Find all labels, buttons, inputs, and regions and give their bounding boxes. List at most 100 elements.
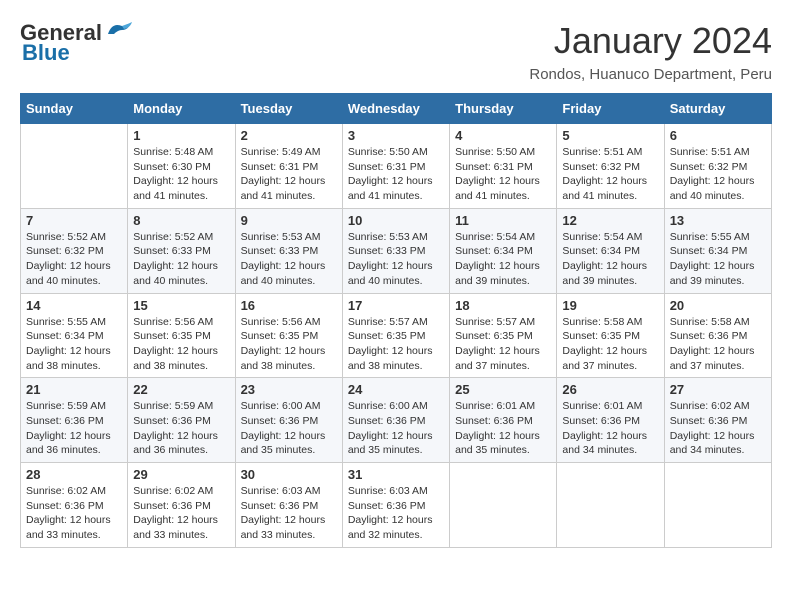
day-number: 19 xyxy=(562,298,658,313)
daylight: Daylight: 12 hours and 40 minutes. xyxy=(670,175,755,202)
daylight: Daylight: 12 hours and 39 minutes. xyxy=(455,260,540,287)
day-info: Sunrise: 5:57 AM Sunset: 6:35 PM Dayligh… xyxy=(455,315,551,374)
daylight: Daylight: 12 hours and 39 minutes. xyxy=(562,260,647,287)
calendar-cell: 27 Sunrise: 6:02 AM Sunset: 6:36 PM Dayl… xyxy=(664,378,771,463)
day-info: Sunrise: 5:52 AM Sunset: 6:32 PM Dayligh… xyxy=(26,230,122,289)
calendar-cell: 31 Sunrise: 6:03 AM Sunset: 6:36 PM Dayl… xyxy=(342,463,449,548)
calendar-cell: 4 Sunrise: 5:50 AM Sunset: 6:31 PM Dayli… xyxy=(450,124,557,209)
sunset: Sunset: 6:36 PM xyxy=(133,500,211,512)
day-number: 28 xyxy=(26,467,122,482)
day-info: Sunrise: 5:51 AM Sunset: 6:32 PM Dayligh… xyxy=(670,145,766,204)
sunrise: Sunrise: 5:52 AM xyxy=(133,231,213,243)
day-number: 1 xyxy=(133,128,229,143)
day-info: Sunrise: 5:52 AM Sunset: 6:33 PM Dayligh… xyxy=(133,230,229,289)
calendar-cell: 1 Sunrise: 5:48 AM Sunset: 6:30 PM Dayli… xyxy=(128,124,235,209)
day-info: Sunrise: 5:53 AM Sunset: 6:33 PM Dayligh… xyxy=(241,230,337,289)
day-number: 3 xyxy=(348,128,444,143)
sunrise: Sunrise: 6:00 AM xyxy=(348,400,428,412)
calendar-cell: 24 Sunrise: 6:00 AM Sunset: 6:36 PM Dayl… xyxy=(342,378,449,463)
sunrise: Sunrise: 5:56 AM xyxy=(133,316,213,328)
day-info: Sunrise: 6:03 AM Sunset: 6:36 PM Dayligh… xyxy=(348,484,444,543)
sunrise: Sunrise: 5:51 AM xyxy=(562,146,642,158)
day-header-tuesday: Tuesday xyxy=(235,94,342,124)
day-header-thursday: Thursday xyxy=(450,94,557,124)
calendar-cell: 20 Sunrise: 5:58 AM Sunset: 6:36 PM Dayl… xyxy=(664,293,771,378)
sunrise: Sunrise: 5:51 AM xyxy=(670,146,750,158)
sunrise: Sunrise: 5:53 AM xyxy=(348,231,428,243)
sunset: Sunset: 6:36 PM xyxy=(26,500,104,512)
day-number: 31 xyxy=(348,467,444,482)
day-info: Sunrise: 6:01 AM Sunset: 6:36 PM Dayligh… xyxy=(455,399,551,458)
daylight: Daylight: 12 hours and 40 minutes. xyxy=(133,260,218,287)
day-info: Sunrise: 5:59 AM Sunset: 6:36 PM Dayligh… xyxy=(26,399,122,458)
daylight: Daylight: 12 hours and 35 minutes. xyxy=(241,430,326,457)
sunrise: Sunrise: 5:57 AM xyxy=(348,316,428,328)
calendar-cell: 15 Sunrise: 5:56 AM Sunset: 6:35 PM Dayl… xyxy=(128,293,235,378)
sunset: Sunset: 6:35 PM xyxy=(348,330,426,342)
day-info: Sunrise: 6:02 AM Sunset: 6:36 PM Dayligh… xyxy=(26,484,122,543)
daylight: Daylight: 12 hours and 34 minutes. xyxy=(670,430,755,457)
calendar-week-row: 7 Sunrise: 5:52 AM Sunset: 6:32 PM Dayli… xyxy=(21,208,772,293)
calendar-cell: 11 Sunrise: 5:54 AM Sunset: 6:34 PM Dayl… xyxy=(450,208,557,293)
sunrise: Sunrise: 6:03 AM xyxy=(348,485,428,497)
sunset: Sunset: 6:36 PM xyxy=(241,415,319,427)
day-header-wednesday: Wednesday xyxy=(342,94,449,124)
day-number: 21 xyxy=(26,382,122,397)
calendar-cell: 23 Sunrise: 6:00 AM Sunset: 6:36 PM Dayl… xyxy=(235,378,342,463)
daylight: Daylight: 12 hours and 40 minutes. xyxy=(241,260,326,287)
day-info: Sunrise: 5:54 AM Sunset: 6:34 PM Dayligh… xyxy=(455,230,551,289)
day-number: 22 xyxy=(133,382,229,397)
day-info: Sunrise: 5:53 AM Sunset: 6:33 PM Dayligh… xyxy=(348,230,444,289)
daylight: Daylight: 12 hours and 38 minutes. xyxy=(348,345,433,372)
calendar-cell: 2 Sunrise: 5:49 AM Sunset: 6:31 PM Dayli… xyxy=(235,124,342,209)
calendar-cell: 7 Sunrise: 5:52 AM Sunset: 6:32 PM Dayli… xyxy=(21,208,128,293)
daylight: Daylight: 12 hours and 35 minutes. xyxy=(348,430,433,457)
sunset: Sunset: 6:36 PM xyxy=(26,415,104,427)
calendar-cell: 18 Sunrise: 5:57 AM Sunset: 6:35 PM Dayl… xyxy=(450,293,557,378)
sunset: Sunset: 6:36 PM xyxy=(133,415,211,427)
calendar-week-row: 28 Sunrise: 6:02 AM Sunset: 6:36 PM Dayl… xyxy=(21,463,772,548)
sunrise: Sunrise: 6:03 AM xyxy=(241,485,321,497)
day-number: 10 xyxy=(348,213,444,228)
day-number: 9 xyxy=(241,213,337,228)
month-title: January 2024 xyxy=(529,20,772,62)
sunset: Sunset: 6:33 PM xyxy=(348,245,426,257)
logo-bird-icon xyxy=(104,20,132,42)
calendar-cell: 16 Sunrise: 5:56 AM Sunset: 6:35 PM Dayl… xyxy=(235,293,342,378)
day-number: 15 xyxy=(133,298,229,313)
day-info: Sunrise: 6:00 AM Sunset: 6:36 PM Dayligh… xyxy=(348,399,444,458)
daylight: Daylight: 12 hours and 33 minutes. xyxy=(133,514,218,541)
daylight: Daylight: 12 hours and 35 minutes. xyxy=(455,430,540,457)
sunset: Sunset: 6:36 PM xyxy=(562,415,640,427)
calendar-week-row: 1 Sunrise: 5:48 AM Sunset: 6:30 PM Dayli… xyxy=(21,124,772,209)
day-info: Sunrise: 5:59 AM Sunset: 6:36 PM Dayligh… xyxy=(133,399,229,458)
sunset: Sunset: 6:34 PM xyxy=(455,245,533,257)
day-number: 16 xyxy=(241,298,337,313)
day-info: Sunrise: 6:01 AM Sunset: 6:36 PM Dayligh… xyxy=(562,399,658,458)
sunset: Sunset: 6:35 PM xyxy=(562,330,640,342)
day-header-friday: Friday xyxy=(557,94,664,124)
day-number: 6 xyxy=(670,128,766,143)
daylight: Daylight: 12 hours and 37 minutes. xyxy=(455,345,540,372)
sunset: Sunset: 6:35 PM xyxy=(455,330,533,342)
calendar-cell: 9 Sunrise: 5:53 AM Sunset: 6:33 PM Dayli… xyxy=(235,208,342,293)
calendar-cell: 29 Sunrise: 6:02 AM Sunset: 6:36 PM Dayl… xyxy=(128,463,235,548)
day-info: Sunrise: 5:50 AM Sunset: 6:31 PM Dayligh… xyxy=(348,145,444,204)
day-info: Sunrise: 5:58 AM Sunset: 6:36 PM Dayligh… xyxy=(670,315,766,374)
sunset: Sunset: 6:36 PM xyxy=(241,500,319,512)
logo-blue: Blue xyxy=(22,40,70,66)
calendar-cell: 14 Sunrise: 5:55 AM Sunset: 6:34 PM Dayl… xyxy=(21,293,128,378)
calendar-header-row: SundayMondayTuesdayWednesdayThursdayFrid… xyxy=(21,94,772,124)
day-number: 7 xyxy=(26,213,122,228)
sunrise: Sunrise: 5:59 AM xyxy=(26,400,106,412)
calendar-table: SundayMondayTuesdayWednesdayThursdayFrid… xyxy=(20,93,772,548)
calendar-cell: 30 Sunrise: 6:03 AM Sunset: 6:36 PM Dayl… xyxy=(235,463,342,548)
sunset: Sunset: 6:36 PM xyxy=(348,500,426,512)
day-info: Sunrise: 5:58 AM Sunset: 6:35 PM Dayligh… xyxy=(562,315,658,374)
day-number: 11 xyxy=(455,213,551,228)
day-number: 24 xyxy=(348,382,444,397)
sunset: Sunset: 6:32 PM xyxy=(562,161,640,173)
day-number: 13 xyxy=(670,213,766,228)
calendar-week-row: 21 Sunrise: 5:59 AM Sunset: 6:36 PM Dayl… xyxy=(21,378,772,463)
day-info: Sunrise: 5:48 AM Sunset: 6:30 PM Dayligh… xyxy=(133,145,229,204)
